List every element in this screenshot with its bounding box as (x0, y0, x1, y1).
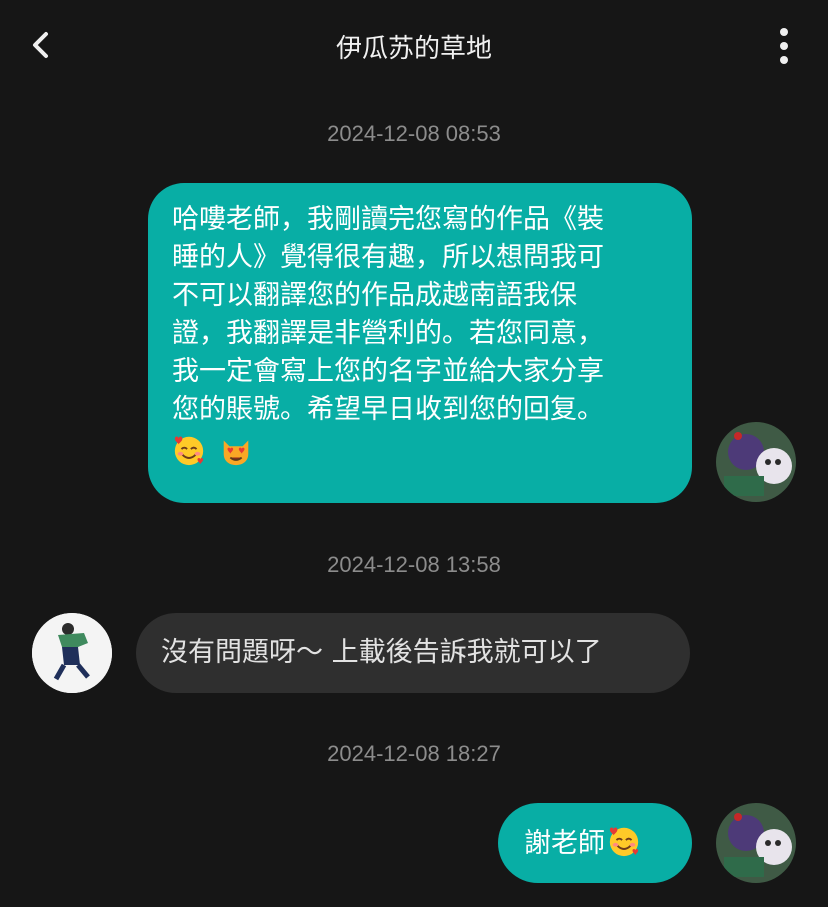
avatar-image (716, 422, 796, 502)
contact-avatar[interactable] (32, 613, 112, 693)
received-message-bubble[interactable]: 沒有問題呀～ 上載後告訴我就可以了 (136, 613, 690, 693)
avatar-image (32, 613, 112, 693)
more-options-button[interactable] (766, 26, 802, 66)
vertical-dots-icon (780, 28, 788, 64)
heart-eyes-cat-icon (223, 440, 248, 466)
chat-title: 伊瓜苏的草地 (335, 34, 492, 64)
emoji-row (172, 433, 682, 472)
smiling-face-with-hearts-icon (174, 436, 204, 466)
message-timestamp: 2024-12-08 13:58 (327, 552, 501, 577)
message-line: 我一定會寫上您的名字並給大家分享 (172, 356, 604, 387)
chat-header: 伊瓜苏的草地 (0, 0, 828, 90)
message-line: 您的賬號。希望早日收到您的回复。 (172, 394, 604, 425)
my-avatar[interactable] (716, 803, 796, 883)
message-text: 沒有問題呀～ 上載後告訴我就可以了 (161, 637, 602, 668)
my-avatar[interactable] (716, 422, 796, 502)
message-line: 睡的人》覺得很有趣，所以想問我可 (172, 242, 604, 273)
avatar-image (716, 803, 796, 883)
message-line: 哈嘍老師，我剛讀完您寫的作品《裝 (172, 204, 604, 235)
message-timestamp: 2024-12-08 08:53 (327, 121, 501, 146)
message-line: 證，我翻譯是非營利的。若您同意， (172, 318, 604, 349)
sent-message-bubble[interactable]: 哈嘍老師，我剛讀完您寫的作品《裝 睡的人》覺得很有趣，所以想問我可 不可以翻譯您… (148, 183, 692, 503)
sent-message-bubble[interactable]: 謝老師 (498, 803, 692, 883)
message-timestamp: 2024-12-08 18:27 (327, 741, 501, 766)
smiling-face-with-hearts-icon (609, 827, 639, 857)
message-line: 不可以翻譯您的作品成越南語我保 (172, 280, 577, 311)
message-text: 謝老師 (524, 828, 605, 859)
